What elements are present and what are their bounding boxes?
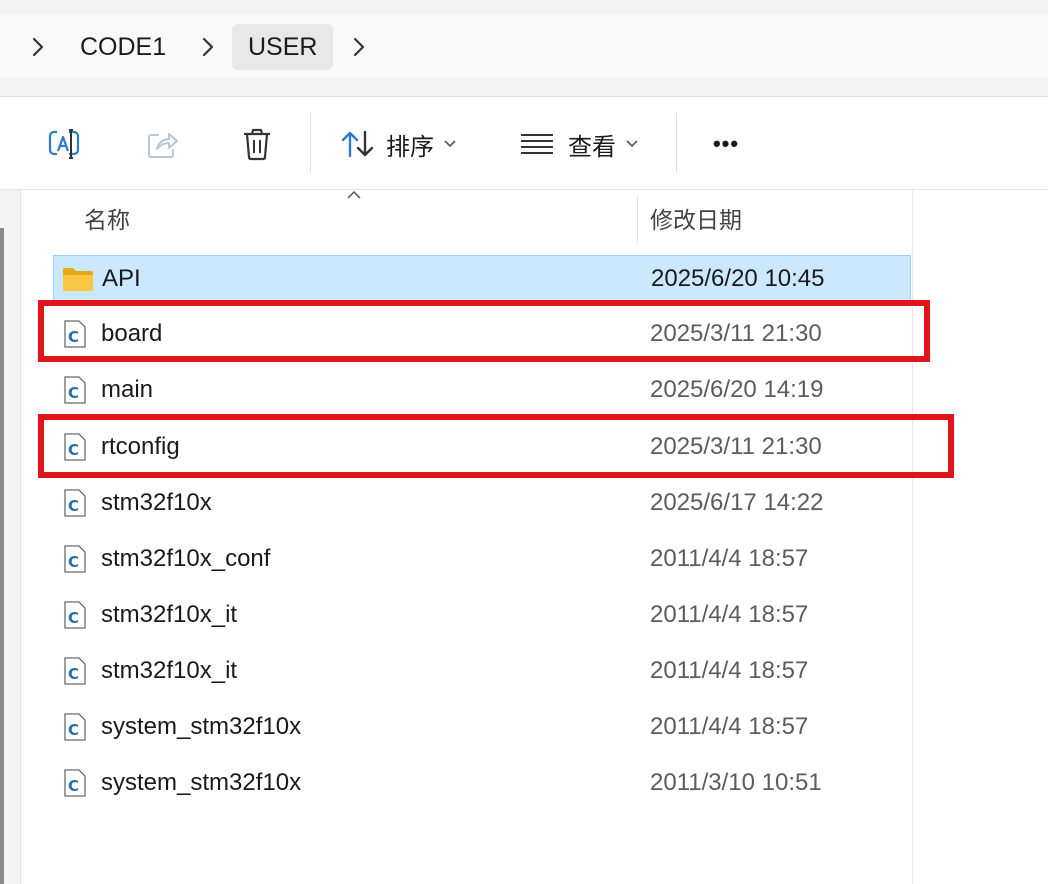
column-resize-handle[interactable]: [637, 196, 638, 242]
c-file-icon: C: [64, 769, 86, 797]
file-date: 2011/4/4 18:57: [650, 713, 809, 740]
c-file-icon: C: [64, 433, 86, 461]
file-name: system_stm32f10x: [101, 713, 302, 740]
toolbar-divider: [310, 113, 311, 173]
chevron-right-icon[interactable]: [30, 33, 46, 61]
file-name: API: [102, 265, 141, 292]
file-date: 2011/4/4 18:57: [650, 545, 809, 572]
c-file-icon: C: [64, 320, 86, 348]
file-date: 2025/6/20 14:19: [650, 376, 824, 403]
c-file-icon: C: [64, 376, 86, 404]
folder-icon: [63, 268, 93, 291]
svg-text:C: C: [68, 441, 79, 459]
sort-ascending-icon: [347, 190, 361, 199]
svg-text:C: C: [68, 553, 79, 571]
file-date: 2011/3/10 10:51: [650, 769, 822, 796]
file-row-api[interactable]: API 2025/6/20 10:45: [53, 255, 911, 301]
view-button[interactable]: 查看: [520, 119, 650, 169]
file-row-stm32f10x-conf[interactable]: C stm32f10x_conf 2011/4/4 18:57: [53, 536, 911, 582]
file-name: main: [101, 376, 154, 403]
rename-icon: [48, 128, 80, 160]
svg-text:C: C: [68, 609, 79, 627]
more-options-button[interactable]: •••: [700, 119, 752, 169]
file-date: 2025/6/17 14:22: [650, 489, 824, 516]
chevron-right-icon[interactable]: [200, 33, 216, 61]
column-header-name[interactable]: 名称: [84, 196, 130, 240]
svg-text:C: C: [68, 777, 79, 795]
chevron-down-icon: [626, 140, 638, 148]
chevron-right-icon[interactable]: [351, 33, 367, 61]
delete-button[interactable]: [232, 119, 282, 169]
breadcrumb-item-user[interactable]: USER: [232, 24, 334, 70]
file-name: system_stm32f10x: [101, 769, 302, 796]
file-name: stm32f10x: [101, 489, 212, 516]
share-button[interactable]: [138, 119, 188, 169]
svg-text:C: C: [68, 328, 79, 346]
command-bar: 排序 查看 •••: [0, 97, 1048, 190]
more-icon: •••: [712, 131, 740, 156]
file-row-system-stm32f10x[interactable]: C system_stm32f10x 2011/4/4 18:57: [53, 704, 911, 750]
share-icon: [148, 133, 178, 158]
file-date: 2011/4/4 18:57: [650, 657, 809, 684]
breadcrumb-item-code1[interactable]: CODE1: [64, 24, 182, 70]
scrollbar[interactable]: [0, 228, 4, 884]
file-date: 2011/4/4 18:57: [650, 601, 809, 628]
sort-label: 排序: [386, 133, 434, 161]
file-row-main[interactable]: C main 2025/6/20 14:19: [53, 367, 911, 413]
svg-text:C: C: [68, 721, 79, 739]
c-file-icon: C: [64, 489, 86, 517]
file-row-stm32f10x-it[interactable]: C stm32f10x_it 2011/4/4 18:57: [53, 592, 911, 638]
file-date: 2025/6/20 10:45: [651, 265, 825, 292]
chevron-down-icon: [444, 140, 456, 148]
toolbar-divider: [676, 113, 677, 173]
view-list-icon: [521, 134, 553, 154]
address-bar: CODE1 USER: [0, 0, 1048, 97]
file-name: stm32f10x_it: [101, 601, 238, 628]
file-row-board[interactable]: C board 2025/3/11 21:30: [53, 311, 911, 357]
svg-text:C: C: [68, 665, 79, 683]
file-name: board: [101, 320, 163, 347]
column-edge: [912, 190, 913, 884]
file-row-system-stm32f10x-2[interactable]: C system_stm32f10x 2011/3/10 10:51: [53, 760, 911, 806]
file-date: 2025/3/11 21:30: [650, 433, 822, 460]
sort-icon: [341, 130, 374, 158]
file-row-stm32f10x-it-2[interactable]: C stm32f10x_it 2011/4/4 18:57: [53, 648, 911, 694]
file-row-rtconfig[interactable]: C rtconfig 2025/3/11 21:30: [53, 424, 911, 470]
file-date: 2025/3/11 21:30: [650, 320, 822, 347]
trash-icon: [244, 128, 270, 161]
c-file-icon: C: [64, 657, 86, 685]
c-file-icon: C: [64, 545, 86, 573]
file-name: rtconfig: [101, 433, 180, 460]
file-name: stm32f10x_it: [101, 657, 238, 684]
c-file-icon: C: [64, 601, 86, 629]
view-label: 查看: [568, 133, 616, 161]
svg-text:C: C: [68, 497, 79, 515]
column-header-date[interactable]: 修改日期: [650, 196, 742, 240]
c-file-icon: C: [64, 713, 86, 741]
sort-button[interactable]: 排序: [340, 119, 470, 169]
rename-button[interactable]: [40, 119, 90, 169]
file-name: stm32f10x_conf: [101, 545, 271, 572]
file-row-stm32f10x[interactable]: C stm32f10x 2025/6/17 14:22: [53, 480, 911, 526]
svg-text:C: C: [68, 384, 79, 402]
